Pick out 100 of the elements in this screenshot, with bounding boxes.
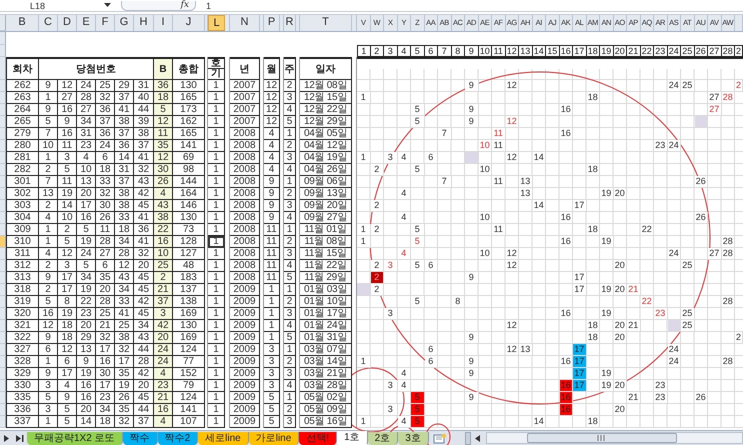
formula-field[interactable]: 1	[206, 0, 212, 10]
table-cell: 21	[96, 320, 115, 332]
sheet-tab[interactable]: 짝수	[122, 432, 158, 444]
table-cell[interactable]: 1	[208, 332, 225, 344]
sheet-tab[interactable]: 짝수2	[158, 432, 198, 444]
row-header[interactable]	[0, 128, 6, 140]
table-cell: 12월 29일	[300, 116, 352, 128]
table-cell[interactable]: 1	[208, 164, 225, 176]
row-header[interactable]	[0, 416, 6, 428]
row-header[interactable]	[0, 380, 6, 392]
function-button[interactable]: fx	[121, 0, 196, 10]
table-cell[interactable]: 1	[208, 200, 225, 212]
row-header[interactable]	[0, 92, 6, 104]
table-cell[interactable]: 1	[208, 80, 225, 92]
row-header[interactable]	[0, 140, 6, 152]
row-header[interactable]	[0, 284, 6, 296]
row-header[interactable]	[0, 368, 6, 380]
corner-header[interactable]	[0, 15, 6, 31]
sheet-tab[interactable]: 선택!	[299, 432, 338, 444]
sheet-tab[interactable]: 3호	[398, 432, 429, 444]
column-header[interactable]: L	[208, 15, 225, 31]
row-header[interactable]	[0, 57, 6, 80]
row-header[interactable]	[0, 164, 6, 176]
row-header[interactable]	[0, 248, 6, 260]
new-sheet-icon[interactable]	[432, 432, 447, 444]
table-cell[interactable]: 1	[208, 308, 225, 320]
table-cell[interactable]: 1	[208, 212, 225, 224]
row-header[interactable]	[0, 224, 6, 236]
table-cell[interactable]: 1	[208, 404, 225, 416]
table-cell[interactable]: 1	[208, 188, 225, 200]
column-header[interactable]: H	[134, 15, 154, 31]
table-cell[interactable]: 1	[208, 128, 225, 140]
last-sheet-icon[interactable]	[15, 434, 25, 442]
column-header[interactable]: G	[115, 15, 134, 31]
table-cell[interactable]: 1	[208, 344, 225, 356]
table-cell[interactable]: 1	[208, 260, 225, 272]
column-header[interactable]: R	[284, 15, 296, 31]
table-cell: 6	[39, 344, 58, 356]
grip-icon[interactable]	[597, 435, 606, 441]
table-cell[interactable]: 1	[208, 356, 225, 368]
row-header[interactable]	[0, 344, 6, 356]
table-cell[interactable]: 1	[208, 416, 225, 428]
table-cell[interactable]: 1	[208, 224, 225, 236]
row-header[interactable]	[0, 212, 6, 224]
column-header[interactable]: N	[230, 15, 260, 31]
table-cell: 40	[134, 92, 154, 104]
table-cell[interactable]: 1	[208, 392, 225, 404]
row-header[interactable]	[0, 80, 6, 92]
column-header[interactable]: I	[154, 15, 173, 31]
table-cell[interactable]: 1	[208, 152, 225, 164]
dropdown-icon[interactable]	[104, 3, 111, 8]
sheet-tab[interactable]: 2호	[368, 432, 398, 444]
row-header[interactable]	[0, 176, 6, 188]
sheet-tab[interactable]: 세로line	[198, 432, 249, 444]
row-header[interactable]	[0, 32, 6, 45]
name-box[interactable]: L18	[0, 0, 100, 10]
row-header[interactable]	[0, 188, 6, 200]
column-header[interactable]: E	[77, 15, 96, 31]
scroll-right-icon[interactable]	[2, 434, 11, 442]
column-header[interactable]: J	[173, 15, 205, 31]
table-cell[interactable]: 1	[208, 116, 225, 128]
table-cell[interactable]: 1	[208, 248, 225, 260]
row-header[interactable]	[0, 308, 6, 320]
row-header[interactable]	[0, 116, 6, 128]
sheet-tab[interactable]: 무패공략1X2 로또	[27, 432, 123, 444]
row-header[interactable]	[0, 45, 6, 57]
scroll-left-icon[interactable]	[472, 434, 482, 442]
table-cell[interactable]: 1	[208, 92, 225, 104]
row-header[interactable]	[0, 260, 6, 272]
row-header[interactable]	[0, 104, 6, 116]
table-cell[interactable]: 1	[208, 368, 225, 380]
row-header[interactable]	[0, 200, 6, 212]
table-cell[interactable]: 1	[208, 104, 225, 116]
row-header[interactable]	[0, 296, 6, 308]
row-header[interactable]	[0, 152, 6, 164]
split-handle[interactable]	[464, 432, 471, 444]
row-header[interactable]	[0, 392, 6, 404]
table-cell[interactable]: 1	[208, 320, 225, 332]
column-header[interactable]: D	[58, 15, 77, 31]
table-cell[interactable]: 1	[208, 380, 225, 392]
table-cell[interactable]: 1	[208, 272, 225, 284]
column-header[interactable]: T	[300, 15, 352, 31]
table-cell[interactable]: 1	[208, 140, 225, 152]
row-header[interactable]	[0, 272, 6, 284]
column-header[interactable]: B	[6, 15, 39, 31]
scroll-thumb[interactable]	[526, 433, 677, 443]
column-header[interactable]: P	[264, 15, 280, 31]
table-cell[interactable]: 1	[208, 284, 225, 296]
sheet-tab[interactable]: 가로line	[248, 432, 300, 444]
table-cell[interactable]: 1	[208, 176, 225, 188]
column-header[interactable]: C	[39, 15, 58, 31]
row-header[interactable]	[0, 320, 6, 332]
sheet-tab[interactable]: 1호	[337, 430, 368, 445]
table-cell[interactable]: 1	[208, 296, 225, 308]
row-header[interactable]	[0, 332, 6, 344]
column-header[interactable]: F	[96, 15, 115, 31]
row-header[interactable]	[0, 236, 6, 248]
row-header[interactable]	[0, 404, 6, 416]
horizontal-scrollbar[interactable]	[486, 432, 743, 444]
row-header[interactable]	[0, 356, 6, 368]
